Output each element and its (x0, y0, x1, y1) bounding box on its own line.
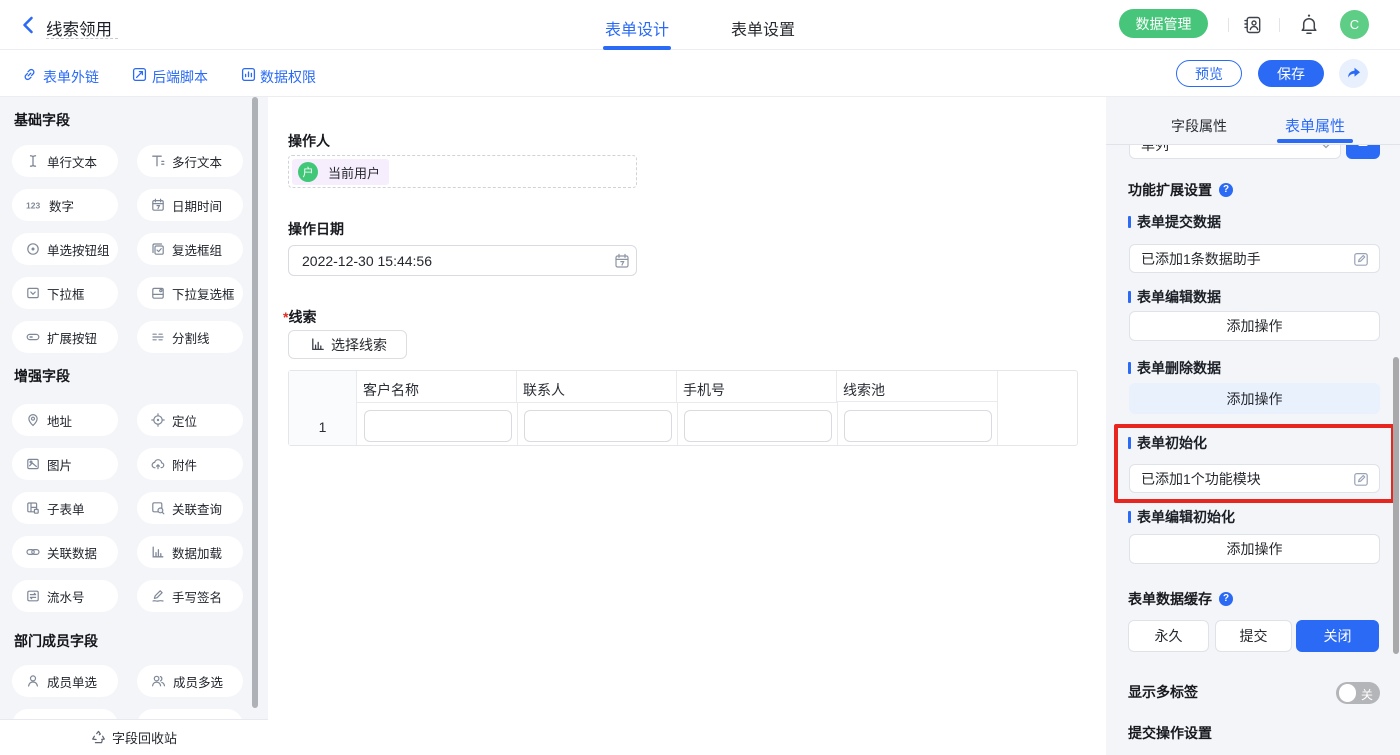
svg-text:123: 123 (26, 201, 40, 211)
